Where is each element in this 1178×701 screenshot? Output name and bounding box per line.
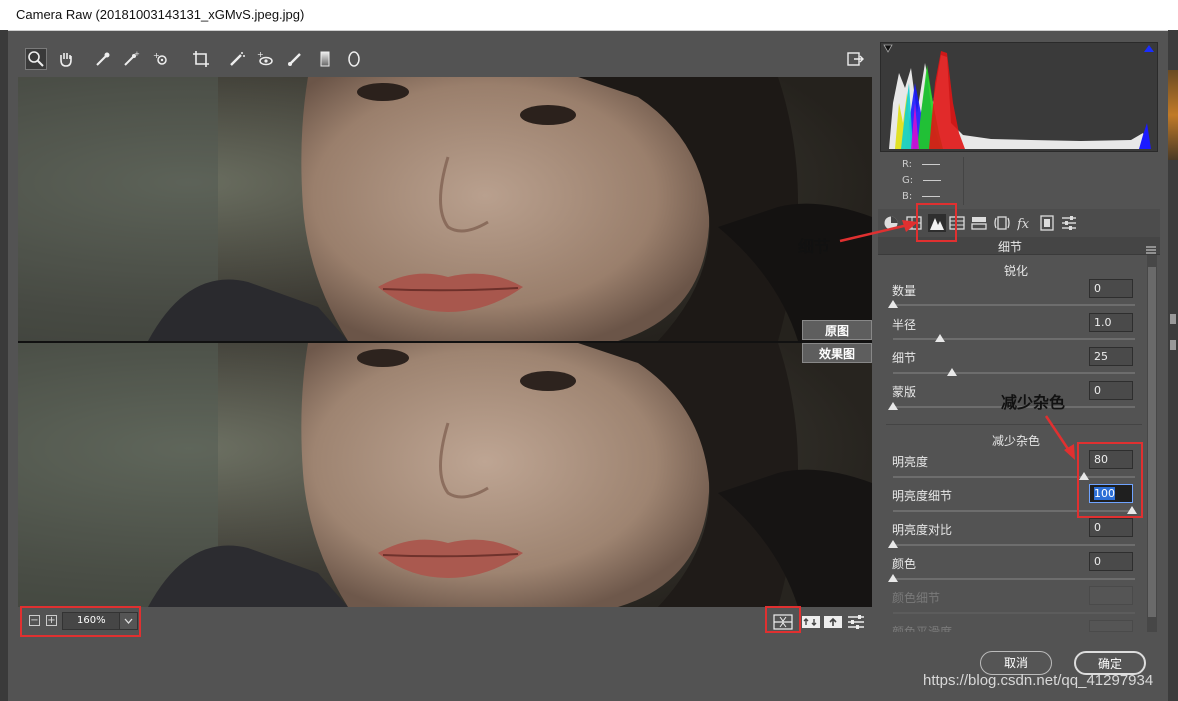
detail-label: 细节 xyxy=(892,351,917,365)
r-label: R: xyxy=(902,159,913,170)
masking-input[interactable]: 0 xyxy=(1089,381,1133,400)
presets-tab-icon[interactable] xyxy=(1060,214,1078,232)
edge-mark xyxy=(1170,340,1176,350)
swap-settings-icon[interactable] xyxy=(801,613,821,631)
view-bottom-bar: − + 160% xyxy=(18,607,872,637)
color-sampler-icon[interactable]: + xyxy=(120,48,142,70)
title-bar: Camera Raw (20181003143131_xGMvS.jpeg.jp… xyxy=(0,0,1178,31)
panel-scrollbar[interactable] xyxy=(1147,255,1157,632)
detail-annotation: 细节 xyxy=(798,237,831,256)
amount-label: 数量 xyxy=(892,284,917,298)
radius-label: 半径 xyxy=(892,318,917,332)
luminance-label: 明亮度 xyxy=(892,455,929,469)
copy-settings-icon[interactable] xyxy=(823,613,843,631)
effect-label: 效果图 xyxy=(802,343,872,363)
original-label: 原图 xyxy=(802,320,872,340)
color-label: 颜色 xyxy=(892,557,917,571)
noise-arrow-icon xyxy=(1044,415,1075,460)
window-title: Camera Raw (20181003143131_xGMvS.jpeg.jp… xyxy=(16,7,305,22)
luminance-contrast-slider-thumb[interactable] xyxy=(888,540,898,548)
detail-arrow-icon xyxy=(839,220,918,243)
amount-slider[interactable] xyxy=(893,304,1135,306)
detail-slider[interactable] xyxy=(893,372,1135,374)
luminance-contrast-slider[interactable] xyxy=(893,544,1135,546)
export-icon[interactable] xyxy=(844,48,866,70)
sharpen-group-title: 锐化 xyxy=(1003,264,1028,278)
adjustment-brush-icon[interactable] xyxy=(284,48,306,70)
original-photo xyxy=(18,77,872,341)
graduated-filter-icon[interactable] xyxy=(314,48,336,70)
spot-removal-icon[interactable] xyxy=(226,48,248,70)
white-balance-icon[interactable] xyxy=(92,48,114,70)
scrollbar-thumb[interactable] xyxy=(1148,267,1156,617)
zoom-highlight xyxy=(20,606,141,637)
color-detail-label: 颜色细节 xyxy=(892,591,941,605)
rgb-readout: R: G: B: xyxy=(878,153,1160,208)
effects-tab-icon[interactable]: fx xyxy=(1016,214,1034,232)
luminance-detail-label: 明亮度细节 xyxy=(892,489,953,503)
masking-slider-thumb[interactable] xyxy=(888,402,898,410)
noise-annotation: 减少杂色 xyxy=(1001,393,1066,412)
tool-bar: + + + xyxy=(18,43,870,76)
color-detail-slider xyxy=(893,612,1135,614)
detail-slider-thumb[interactable] xyxy=(947,368,957,376)
g-label: G: xyxy=(902,175,914,186)
crop-icon[interactable] xyxy=(190,48,212,70)
color-smoothness-label: 颜色平滑度 xyxy=(892,625,953,632)
amount-input[interactable]: 0 xyxy=(1089,279,1133,298)
noise-highlight xyxy=(1077,442,1143,518)
lens-corrections-tab-icon[interactable] xyxy=(993,214,1011,232)
group-divider xyxy=(886,424,1142,425)
detail-tab-highlight xyxy=(916,203,957,242)
radius-slider[interactable] xyxy=(893,338,1135,340)
red-eye-icon[interactable]: + xyxy=(254,48,276,70)
background-thumbnail xyxy=(1168,70,1178,160)
color-detail-input xyxy=(1089,586,1133,605)
color-slider[interactable] xyxy=(893,578,1135,580)
color-slider-thumb[interactable] xyxy=(888,574,898,582)
radius-slider-thumb[interactable] xyxy=(935,334,945,342)
svg-text:fx: fx xyxy=(1017,217,1030,231)
amount-slider-thumb[interactable] xyxy=(888,300,898,308)
edge-mark xyxy=(1170,314,1176,324)
b-label: B: xyxy=(902,191,913,202)
radius-input[interactable]: 1.0 xyxy=(1089,313,1133,332)
left-edge xyxy=(0,30,8,701)
split-toning-tab-icon[interactable] xyxy=(970,214,988,232)
color-smoothness-input xyxy=(1089,620,1133,632)
watermark: https://blog.csdn.net/qq_41297934 xyxy=(923,672,1154,689)
targeted-adjustment-icon[interactable]: + xyxy=(150,48,172,70)
luminance-contrast-label: 明亮度对比 xyxy=(892,523,953,537)
masking-label: 蒙版 xyxy=(892,385,917,399)
camera-calibration-tab-icon[interactable] xyxy=(1038,214,1056,232)
view-settings-icon[interactable] xyxy=(846,613,866,631)
luminance-contrast-input[interactable]: 0 xyxy=(1089,518,1133,537)
view-toggle-highlight xyxy=(765,606,801,633)
radial-filter-icon[interactable] xyxy=(343,48,365,70)
highlight-clipping-icon xyxy=(1144,45,1154,52)
image-viewer[interactable]: 原图 效果图 xyxy=(18,77,872,607)
svg-text:+: + xyxy=(134,50,140,58)
svg-text:+: + xyxy=(153,51,160,60)
hand-icon[interactable] xyxy=(55,48,77,70)
effect-photo xyxy=(18,343,872,607)
right-edge xyxy=(1168,30,1178,701)
shadow-clipping-icon xyxy=(883,44,893,53)
right-panel xyxy=(878,42,1160,638)
color-input[interactable]: 0 xyxy=(1089,552,1133,571)
zoom-icon[interactable] xyxy=(25,48,47,70)
svg-text:+: + xyxy=(257,50,264,59)
histogram xyxy=(880,42,1158,152)
detail-input[interactable]: 25 xyxy=(1089,347,1133,366)
